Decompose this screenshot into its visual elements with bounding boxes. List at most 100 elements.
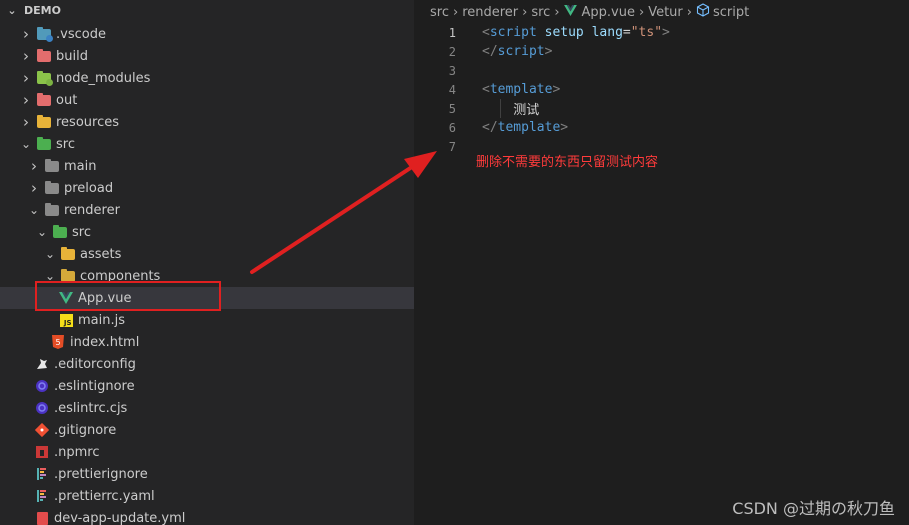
tree-item-resources[interactable]: › resources <box>0 111 414 133</box>
chevron-down-icon[interactable]: ⌄ <box>18 136 34 152</box>
chevron-right-icon[interactable]: › <box>26 157 42 175</box>
code-token: < <box>482 25 490 40</box>
chevron-down-icon[interactable]: ⌄ <box>34 224 50 240</box>
line-number: 6 <box>448 120 456 135</box>
code-token: lang <box>591 25 623 40</box>
tree-item-renderer[interactable]: ⌄ renderer <box>0 199 414 221</box>
node-modules-folder-icon <box>36 70 53 86</box>
chevron-right-icon: › <box>686 4 692 20</box>
eslint-icon <box>34 378 50 394</box>
breadcrumb: src › renderer › src › App.vue › Vetur › script <box>414 0 909 24</box>
code-token: = <box>622 25 631 40</box>
breadcrumb-item[interactable]: App.vue <box>582 5 635 20</box>
eslint-icon <box>34 400 50 416</box>
tree-item-eslintignore[interactable]: .eslintignore <box>0 375 414 397</box>
code-text: <template> <box>482 82 560 97</box>
workspace-title: DEMO <box>24 4 61 17</box>
tree-item-label: main <box>64 158 97 174</box>
annotation-text: 删除不需要的东西只留测试内容 <box>476 155 659 170</box>
code-line[interactable]: 3 <box>414 61 909 80</box>
folder-open-icon <box>44 202 60 218</box>
chevron-right-icon: › <box>639 4 645 20</box>
tree-item-vscode[interactable]: › .vscode <box>0 23 414 45</box>
line-number: 4 <box>448 82 456 97</box>
chevron-right-icon[interactable]: › <box>26 179 42 197</box>
tree-item-label: .editorconfig <box>54 356 136 372</box>
tree-item-main[interactable]: › main <box>0 155 414 177</box>
vscode-folder-icon <box>36 26 53 42</box>
chevron-right-icon[interactable]: › <box>18 69 34 87</box>
tree-item-gitignore[interactable]: .gitignore <box>0 419 414 441</box>
chevron-right-icon[interactable]: › <box>18 25 34 43</box>
watermark: CSDN @过期の秋刀鱼 <box>732 499 895 518</box>
chevron-right-icon[interactable]: › <box>18 47 34 65</box>
breadcrumb-item[interactable]: script <box>713 5 749 20</box>
html-file-icon: 5 <box>50 334 66 350</box>
tree-item-editorconfig[interactable]: .editorconfig <box>0 353 414 375</box>
code-token: </ <box>482 120 498 135</box>
line-number: 1 <box>448 25 456 40</box>
code-token: setup <box>544 25 584 40</box>
tree-item-main-js[interactable]: JS main.js <box>0 309 414 331</box>
code-line[interactable]: 6 </template> <box>414 118 909 137</box>
tree-item-prettierrc-yaml[interactable]: .prettierrc.yaml <box>0 485 414 507</box>
code-text: <script setup lang="ts"> <box>482 25 670 40</box>
breadcrumb-item[interactable]: renderer <box>462 5 518 20</box>
tree-item-prettierignore[interactable]: .prettierignore <box>0 463 414 485</box>
breadcrumb-item[interactable]: src <box>531 5 550 20</box>
tree-item-assets[interactable]: ⌄ assets <box>0 243 414 265</box>
code-line[interactable]: 4 <template> <box>414 80 909 99</box>
code-token: script <box>497 44 545 59</box>
tree-item-label: main.js <box>78 312 125 328</box>
chevron-right-icon: › <box>522 4 528 20</box>
tree-item-preload[interactable]: › preload <box>0 177 414 199</box>
tree-item-build[interactable]: › build <box>0 45 414 67</box>
npm-icon <box>34 444 50 460</box>
folder-icon <box>44 180 60 196</box>
chevron-down-icon[interactable]: ⌄ <box>4 3 20 19</box>
tree-item-label: .prettierrc.yaml <box>54 488 155 504</box>
breadcrumb-item[interactable]: Vetur <box>648 5 683 20</box>
code-line[interactable]: 1 <script setup lang="ts"> <box>414 23 909 42</box>
tree-item-node-modules[interactable]: › node_modules <box>0 67 414 89</box>
tree-item-out[interactable]: › out <box>0 89 414 111</box>
code-editor[interactable]: src › renderer › src › App.vue › Vetur › script 1 <… <box>414 0 909 525</box>
tree-item-index-html[interactable]: 5 index.html <box>0 331 414 353</box>
tree-item-dev-app-update-yml[interactable]: dev-app-update.yml <box>0 507 414 525</box>
tree-item-label: resources <box>56 114 120 130</box>
chevron-right-icon[interactable]: › <box>18 113 34 131</box>
js-file-icon: JS <box>58 312 74 328</box>
code-token: > <box>662 25 670 40</box>
yaml-file-icon <box>34 510 50 525</box>
code-token: > <box>544 44 553 59</box>
chevron-right-icon[interactable]: › <box>18 91 34 109</box>
code-token: template <box>489 82 553 97</box>
tree-item-src[interactable]: ⌄ src <box>0 221 414 243</box>
code-text: </template> <box>482 120 568 135</box>
line-number: 7 <box>448 139 456 154</box>
file-explorer: ⌄ DEMO › .vscode › build › node_modules › out › r… <box>0 0 414 525</box>
tree-item-label: index.html <box>70 334 140 350</box>
tree-item-label: preload <box>64 180 114 196</box>
tree-item-label: assets <box>80 246 122 262</box>
tree-item-label: .prettierignore <box>54 466 148 482</box>
folder-icon <box>44 158 60 174</box>
explorer-header[interactable]: ⌄ DEMO <box>0 0 414 22</box>
code-text: </script> <box>482 44 552 59</box>
tree-item-label: node_modules <box>56 70 151 86</box>
chevron-down-icon[interactable]: ⌄ <box>42 246 58 262</box>
vue-file-icon <box>563 4 577 20</box>
code-token: "ts" <box>630 25 663 40</box>
breadcrumb-item[interactable]: src <box>430 5 449 20</box>
code-line[interactable]: 5 测试 <box>414 99 909 118</box>
chevron-down-icon[interactable]: ⌄ <box>26 202 42 218</box>
tree-item-src[interactable]: ⌄ src <box>0 133 414 155</box>
code-token: < <box>482 82 490 97</box>
src-folder-open-icon <box>52 224 68 240</box>
tree-item-npmrc[interactable]: .npmrc <box>0 441 414 463</box>
tree-item-eslintrc-cjs[interactable]: .eslintrc.cjs <box>0 397 414 419</box>
code-line[interactable]: 2 </script> <box>414 42 909 61</box>
code-token: 测试 <box>482 103 540 118</box>
tree-item-label: .vscode <box>56 26 106 42</box>
